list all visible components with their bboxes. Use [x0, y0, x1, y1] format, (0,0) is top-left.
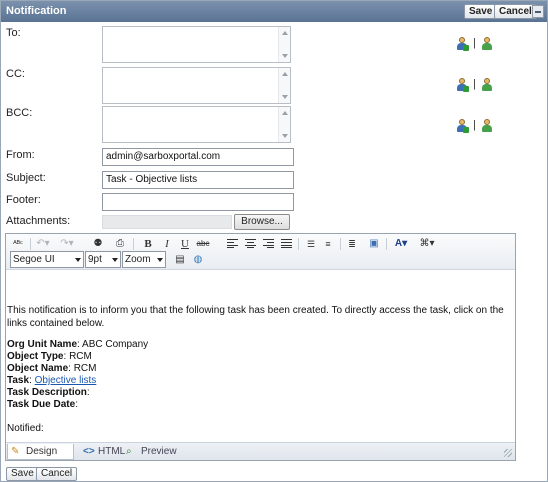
undo-icon[interactable]: ↶▾ [35, 238, 51, 250]
resize-grip-icon[interactable] [504, 449, 512, 457]
magnifier-icon: ⌕ [126, 446, 132, 457]
justify-icon[interactable] [281, 239, 292, 248]
org-unit-value: ABC Company [82, 339, 149, 350]
font-size-value: 9pt [88, 254, 102, 265]
font-family-value: Segoe UI [13, 254, 55, 265]
from-label: From: [6, 149, 35, 161]
notification-dialog: Notification Save Cancel To: | CC: | BCC… [0, 0, 548, 482]
bold-icon[interactable]: B [143, 238, 153, 250]
editor-toolbar: ᴬᴮᶜ ↶▾ ↷▾ ⚉ ⎙ B I U abc ☰ ≡ ≣ ▣ A▾ ⌘▾ Se… [6, 234, 515, 270]
from-field[interactable]: admin@sarboxportal.com [102, 148, 294, 166]
subject-label: Subject: [6, 172, 46, 184]
highlight-color-icon[interactable]: ⌘▾ [416, 238, 438, 250]
separator: | [473, 119, 476, 131]
task-due-date-row: Task Due Date: [7, 399, 78, 410]
cancel-button-top[interactable]: Cancel [494, 4, 537, 19]
bullet-list-icon[interactable]: ≡ [322, 238, 334, 250]
pencil-icon: ✎ [11, 446, 20, 457]
underline-icon[interactable]: U [180, 238, 190, 250]
task-description-row: Task Description: [7, 387, 90, 398]
object-type-row: Object Type: RCM [7, 351, 92, 362]
bcc-label: BCC: [6, 107, 33, 119]
editor-mode-tabs: ✎ Design <> HTML ⌕ Preview [6, 442, 515, 460]
align-right-icon[interactable] [263, 239, 274, 248]
font-size-select[interactable]: 9pt [85, 251, 121, 268]
tab-design[interactable]: ✎ Design [7, 444, 74, 460]
cc-address-icons: | [456, 78, 496, 92]
to-address-icons: | [456, 37, 496, 51]
zoom-select[interactable]: Zoom [122, 251, 166, 268]
attachments-label: Attachments: [6, 215, 71, 227]
rich-text-editor: ᴬᴮᶜ ↶▾ ↷▾ ⚉ ⎙ B I U abc ☰ ≡ ≣ ▣ A▾ ⌘▾ Se… [5, 233, 516, 461]
cc-label: CC: [6, 68, 25, 80]
task-label: Task [7, 375, 30, 386]
address-book-icon[interactable] [481, 119, 493, 133]
tab-design-label: Design [26, 446, 58, 457]
object-type-label: Object Type [7, 351, 64, 362]
bcc-address-icons: | [456, 119, 496, 133]
bcc-field[interactable] [102, 106, 291, 143]
tab-html-label: HTML [98, 446, 126, 457]
tab-preview[interactable]: ⌕ Preview [123, 444, 183, 460]
add-user-icon[interactable] [456, 37, 469, 51]
address-book-icon[interactable] [481, 37, 493, 51]
paragraph-icon[interactable]: ≣ [346, 238, 358, 250]
align-center-icon[interactable] [245, 239, 256, 248]
save-button-top[interactable]: Save [464, 4, 498, 19]
insert-link-icon[interactable]: ◍ [192, 254, 204, 266]
image-icon[interactable]: ▣ [368, 238, 380, 250]
numbered-list-icon[interactable]: ☰ [305, 238, 317, 250]
insert-table-icon[interactable]: ▤ [174, 254, 186, 266]
intro-text: This notification is to inform you that … [7, 305, 504, 329]
task-due-date-label: Task Due Date [7, 399, 76, 410]
task-row: Task: Objective lists [7, 375, 97, 386]
strikethrough-icon[interactable]: abc [196, 238, 210, 250]
object-name-row: Object Name: RCM [7, 363, 97, 374]
separator: | [473, 37, 476, 49]
save-button[interactable]: Save [6, 467, 39, 481]
cancel-button[interactable]: Cancel [36, 467, 78, 481]
address-book-icon[interactable] [481, 78, 493, 92]
tab-preview-label: Preview [141, 446, 177, 457]
title-bar: Notification Save Cancel [1, 1, 547, 22]
font-family-select[interactable]: Segoe UI [10, 251, 84, 268]
subject-field[interactable]: Task - Objective lists [102, 171, 294, 189]
separator: | [473, 78, 476, 90]
zoom-value: Zoom [125, 254, 151, 265]
org-unit-label: Org Unit Name [7, 339, 78, 350]
code-icon: <> [83, 446, 95, 457]
add-user-icon[interactable] [456, 78, 469, 92]
cc-scrollbar[interactable] [278, 68, 290, 103]
task-description-label: Task Description [7, 387, 87, 398]
task-link[interactable]: Objective lists [35, 375, 97, 386]
cc-field[interactable] [102, 67, 291, 104]
bcc-scrollbar[interactable] [278, 107, 290, 142]
attachment-path-field[interactable] [102, 215, 232, 229]
to-field[interactable] [102, 26, 291, 63]
object-name-label: Object Name [7, 363, 69, 374]
add-user-icon[interactable] [456, 119, 469, 133]
notified-label: Notified: [7, 423, 44, 434]
footer-label: Footer: [6, 194, 41, 206]
find-icon[interactable]: ⚉ [92, 238, 104, 250]
to-scrollbar[interactable] [278, 27, 290, 62]
spellcheck-icon[interactable]: ᴬᴮᶜ [11, 238, 25, 250]
font-color-icon[interactable]: A▾ [392, 238, 410, 250]
to-label: To: [6, 27, 21, 39]
org-unit-row: Org Unit Name: ABC Company [7, 339, 149, 350]
object-type-value: RCM [69, 351, 92, 362]
italic-icon[interactable]: I [162, 238, 172, 250]
dialog-title: Notification [6, 5, 67, 17]
align-left-icon[interactable] [227, 239, 238, 248]
editor-content[interactable]: This notification is to inform you that … [6, 271, 515, 440]
collapse-icon[interactable] [532, 5, 544, 18]
browse-button[interactable]: Browse... [234, 214, 290, 230]
footer-field[interactable] [102, 193, 294, 211]
redo-icon[interactable]: ↷▾ [59, 238, 75, 250]
object-name-value: RCM [73, 363, 97, 374]
print-icon[interactable]: ⎙ [114, 238, 126, 250]
